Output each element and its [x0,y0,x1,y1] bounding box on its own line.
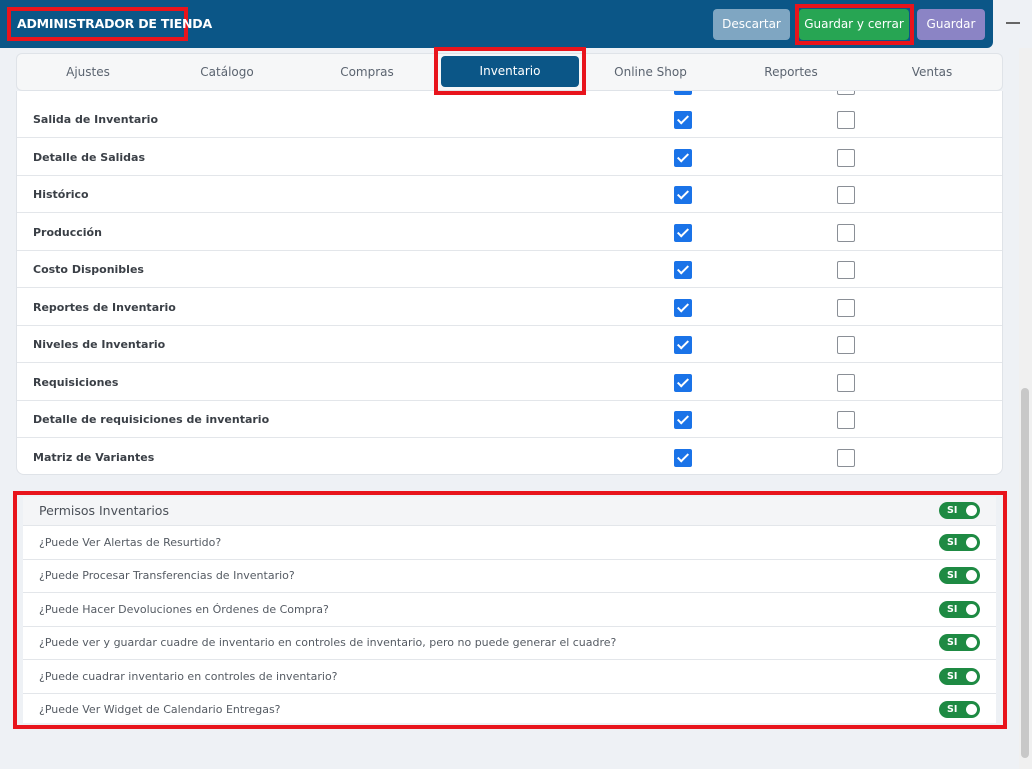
checkbox-peek-col2[interactable] [837,91,855,95]
permission-label: ¿Puede Hacer Devoluciones en Órdenes de … [39,602,329,616]
inventory-permissions-title: Permisos Inventarios [39,503,169,518]
inventory-permissions-header: Permisos Inventarios SI [23,497,996,526]
checkbox-col2[interactable] [837,411,855,429]
permission-label: ¿Puede Ver Widget de Calendario Entregas… [39,703,281,716]
row-label: Producción [33,225,102,239]
checkbox-col2[interactable] [837,223,855,242]
permission-toggle[interactable]: SI [939,567,980,585]
permission-toggle-row: ¿Puede Ver Widget de Calendario Entregas… [23,693,996,727]
toggle-label: SI [947,603,958,615]
checkbox-col2[interactable] [837,448,855,467]
row-label: Histórico [33,188,89,201]
discard-button[interactable]: Descartar [713,9,790,40]
permission-label: ¿Puede cuadrar inventario en controles d… [39,669,338,683]
inventory-permissions-panel: Permisos Inventarios SI ¿Puede Ver Alert… [23,497,996,723]
tab-ventas[interactable]: Ventas [862,54,1002,90]
active-tab-highlight [434,47,586,95]
checkbox-col2[interactable] [837,186,855,204]
app-title: ADMINISTRADOR DE TIENDA [7,7,212,41]
toggle-knob [966,670,977,682]
table-row: Detalle de Salidas [17,139,1002,176]
tab-online-shop[interactable]: Online Shop [582,54,719,90]
checkbox-col2[interactable] [837,336,855,354]
toggle-label: SI [947,670,958,682]
toggle-knob [966,603,977,615]
row-label: Detalle de Salidas [33,150,145,164]
row-label: Niveles de Inventario [33,338,166,351]
permission-toggle-row: ¿Puede ver y guardar cuadre de inventari… [23,626,996,661]
save-button[interactable]: Guardar [917,9,985,40]
permission-toggle[interactable]: SI [939,634,980,652]
checkbox-col1[interactable] [674,448,692,467]
row-label: Matriz de Variantes [33,450,155,464]
row-label: Salida de Inventario [33,113,158,126]
table-row: Histórico [17,176,1002,213]
toggle-label: SI [947,537,958,548]
row-label: Costo Disponibles [33,263,144,276]
checkbox-col1[interactable] [674,186,692,204]
table-row: Niveles de Inventario [17,326,1002,363]
checkbox-col2[interactable] [837,111,855,129]
tab-cat-logo[interactable]: Catálogo [162,54,292,90]
permission-label: ¿Puede Procesar Transferencias de Invent… [39,569,295,583]
toggle-knob [966,570,977,582]
checkbox-col1[interactable] [674,261,692,279]
checkbox-col2[interactable] [837,298,855,317]
minimize-icon[interactable] [1006,22,1020,24]
table-row: Detalle de requisiciones de inventario [17,401,1002,438]
tab-compras[interactable]: Compras [302,54,432,90]
tab-reportes[interactable]: Reportes [722,54,860,90]
toggle-knob [966,505,977,516]
permission-toggle-row: ¿Puede Hacer Devoluciones en Órdenes de … [23,593,996,627]
checkbox-col1[interactable] [674,373,692,392]
checkbox-col1[interactable] [674,336,692,354]
row-label: Detalle de requisiciones de inventario [33,413,270,426]
permission-toggle-row: ¿Puede Procesar Transferencias de Invent… [23,559,996,594]
checkbox-col1[interactable] [674,223,692,242]
table-row: Salida de Inventario [17,101,1002,138]
toggle-label: SI [947,570,958,582]
toggle-label: SI [947,505,958,516]
checkbox-col1[interactable] [674,298,692,317]
permission-toggle[interactable]: SI [939,701,980,718]
toggle-knob [966,537,977,548]
toggle-label: SI [947,637,958,649]
checkbox-col1[interactable] [674,148,692,167]
checkbox-col1[interactable] [674,411,692,429]
permission-toggle[interactable]: SI [939,534,980,551]
inventory-permissions-toggle[interactable]: SI [939,502,980,519]
permission-toggle[interactable]: SI [939,667,980,685]
checkbox-col2[interactable] [837,373,855,392]
row-label: Requisiciones [33,375,119,389]
table-row: Requisiciones [17,364,1002,401]
scrollbar-thumb[interactable] [1021,388,1029,758]
checkbox-col2[interactable] [837,261,855,279]
permission-label: ¿Puede ver y guardar cuadre de inventari… [39,636,617,650]
table-row: Costo Disponibles [17,251,1002,288]
toggle-knob [966,637,977,649]
tab-ajustes[interactable]: Ajustes [32,54,144,90]
checkbox-col1[interactable] [674,111,692,129]
toggle-knob [966,704,977,715]
checkbox-peek-col1[interactable] [674,91,692,95]
permission-toggle[interactable]: SI [939,600,980,618]
row-label: Reportes de Inventario [33,300,176,314]
toggle-label: SI [947,704,958,715]
table-row: Producción [17,214,1002,251]
permission-label: ¿Puede Ver Alertas de Resurtido? [39,536,222,549]
table-row: Matriz de Variantes [17,439,1002,475]
table-row: Reportes de Inventario [17,289,1002,326]
permission-toggle-row: ¿Puede Ver Alertas de Resurtido? SI [23,526,996,560]
checkbox-col2[interactable] [837,148,855,167]
save-and-close-button[interactable]: Guardar y cerrar [799,9,909,40]
permissions-table: Salida de Inventario Detalle de Salidas Hi… [16,91,1003,475]
permission-toggle-row: ¿Puede cuadrar inventario en controles d… [23,660,996,694]
